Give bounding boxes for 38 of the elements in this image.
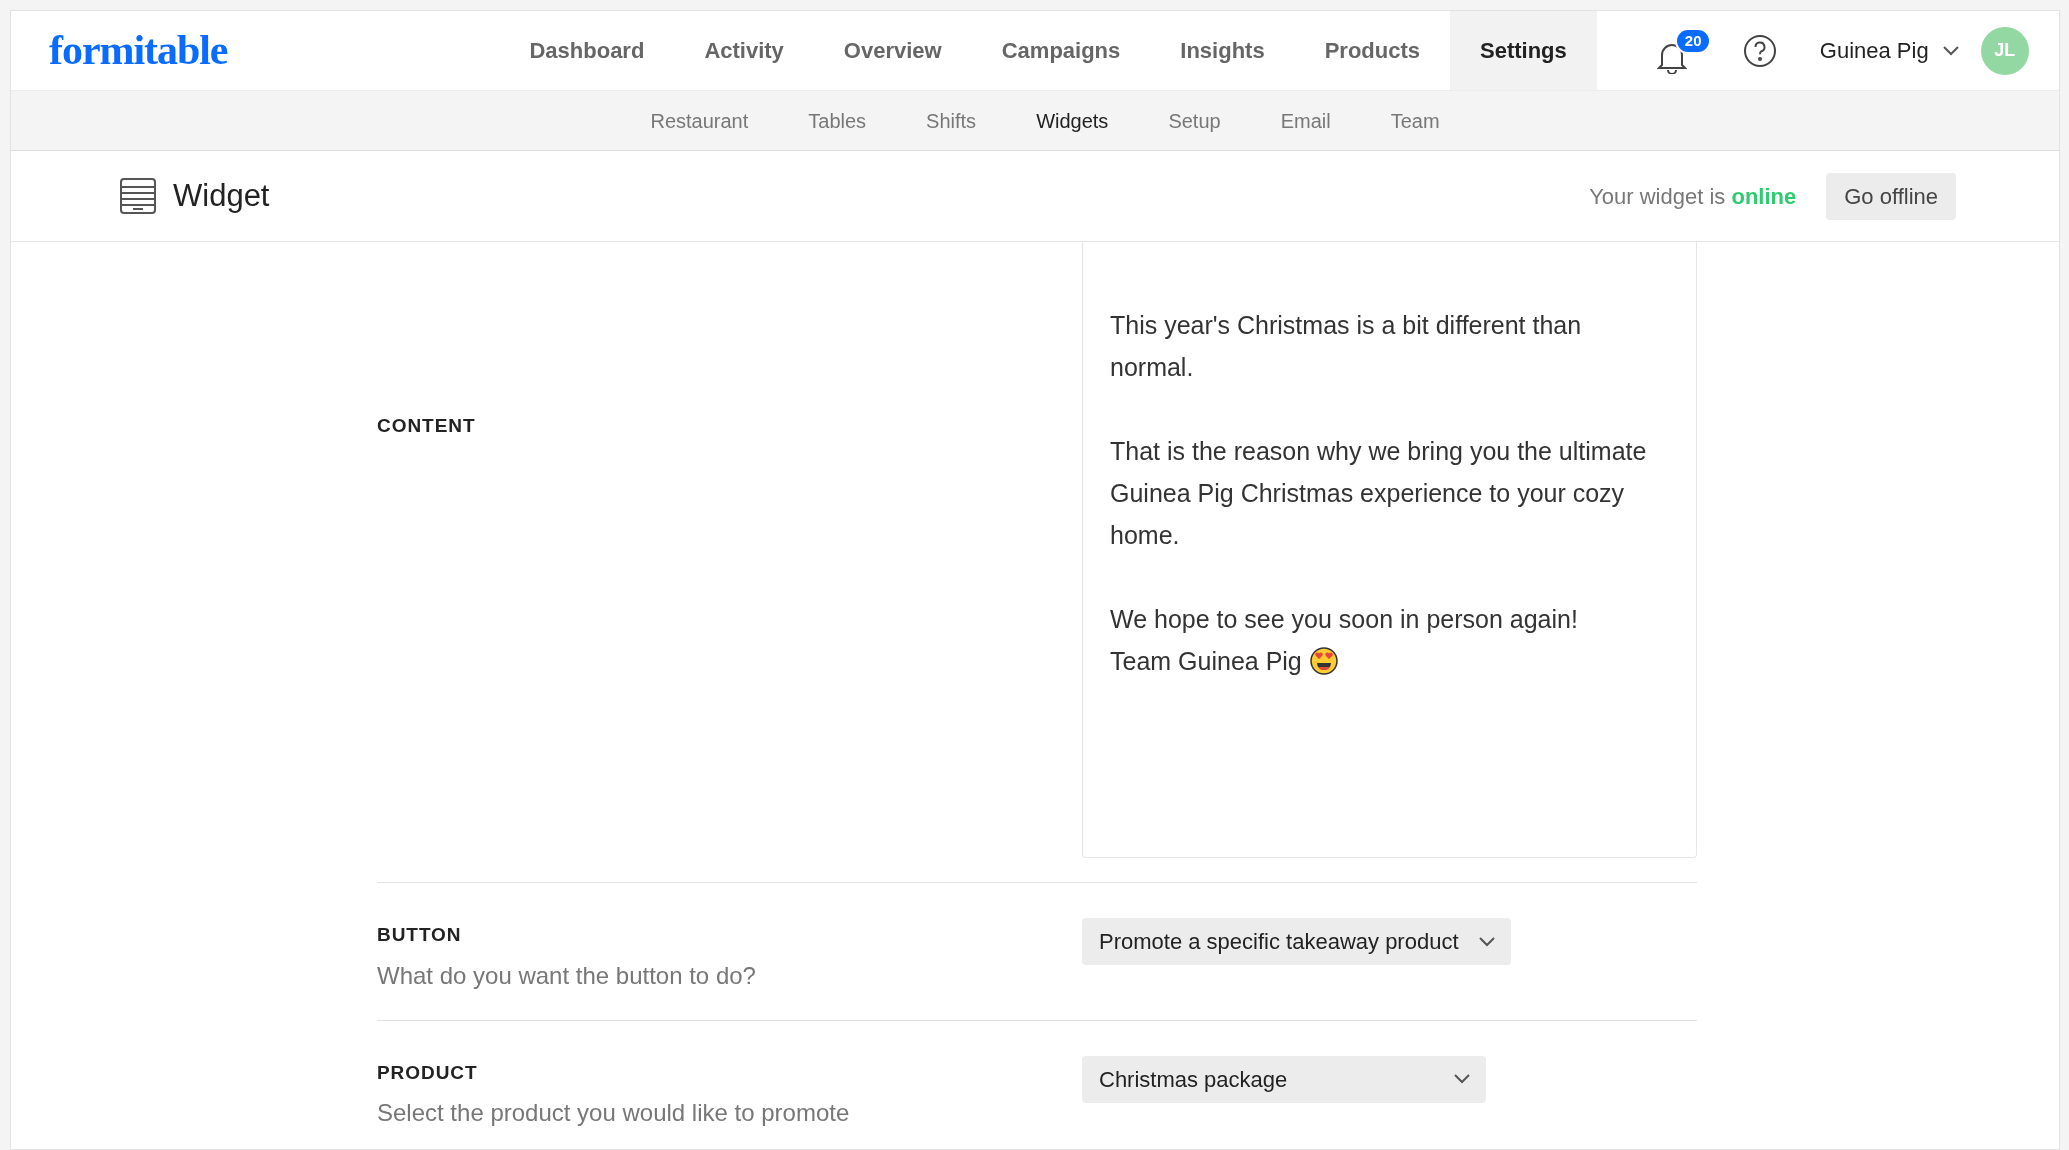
logo[interactable]: formitable [49, 19, 228, 82]
text-line: That is the reason why we bring you the ultimate Guinea Pig Christmas experience to your cozy home. [1110, 436, 1648, 551]
chevron-down-icon[interactable] [1942, 45, 1959, 56]
subnav-tab[interactable]: Tables [808, 105, 867, 136]
text-line: This year's Christmas is a bit different than normal. [1110, 310, 1583, 383]
page-title: Widget [173, 176, 270, 215]
section-label: PRODUCT [377, 1060, 479, 1085]
help-icon[interactable] [1742, 33, 1777, 68]
chevron-down-icon [1478, 936, 1495, 947]
text-line: We hope to see you soon in person again! [1110, 604, 1579, 635]
nav-tab[interactable]: Products [1294, 11, 1450, 90]
subnav-tab[interactable]: Team [1390, 105, 1440, 136]
widget-status-text: Your widget is online [1589, 182, 1797, 211]
subnav-tab[interactable]: Email [1280, 105, 1331, 136]
nav-tab[interactable]: Campaigns [971, 11, 1151, 90]
go-offline-button[interactable]: Go offline [1826, 172, 1956, 220]
subnav-tab[interactable]: Setup [1168, 105, 1221, 136]
section-label: CONTENT [377, 415, 476, 436]
user-menu[interactable]: Guinea Pig [1819, 34, 1929, 67]
nav-tab[interactable]: Settings [1450, 11, 1597, 90]
chevron-down-icon [1454, 1074, 1470, 1084]
subnav-tab[interactable]: Shifts [926, 105, 977, 136]
section-description: Select the product you would like to promote [377, 1098, 851, 1128]
subnav-tab[interactable]: Widgets [1036, 105, 1109, 136]
section-label: BUTTON [377, 923, 463, 947]
nav-tab[interactable]: Dashboard [499, 11, 675, 90]
nav-tab[interactable]: Insights [1150, 11, 1295, 90]
subnav-tab[interactable]: Restaurant [650, 105, 749, 136]
notification-count: 20 [1674, 27, 1712, 54]
nav-tab[interactable]: Overview [813, 11, 972, 90]
nav-tab[interactable]: Activity [674, 11, 814, 90]
select-dropdown[interactable]: Promote a specific takeaway product [1082, 918, 1511, 965]
widget-icon [119, 177, 157, 215]
select-dropdown[interactable]: Christmas package [1082, 1055, 1486, 1103]
text-line: Team Guinea Pig [1110, 646, 1302, 677]
content-editor[interactable] [1082, 242, 1697, 858]
notifications-button[interactable]: 20 [1656, 27, 1713, 74]
section-description: What do you want the button to do? [377, 960, 757, 991]
